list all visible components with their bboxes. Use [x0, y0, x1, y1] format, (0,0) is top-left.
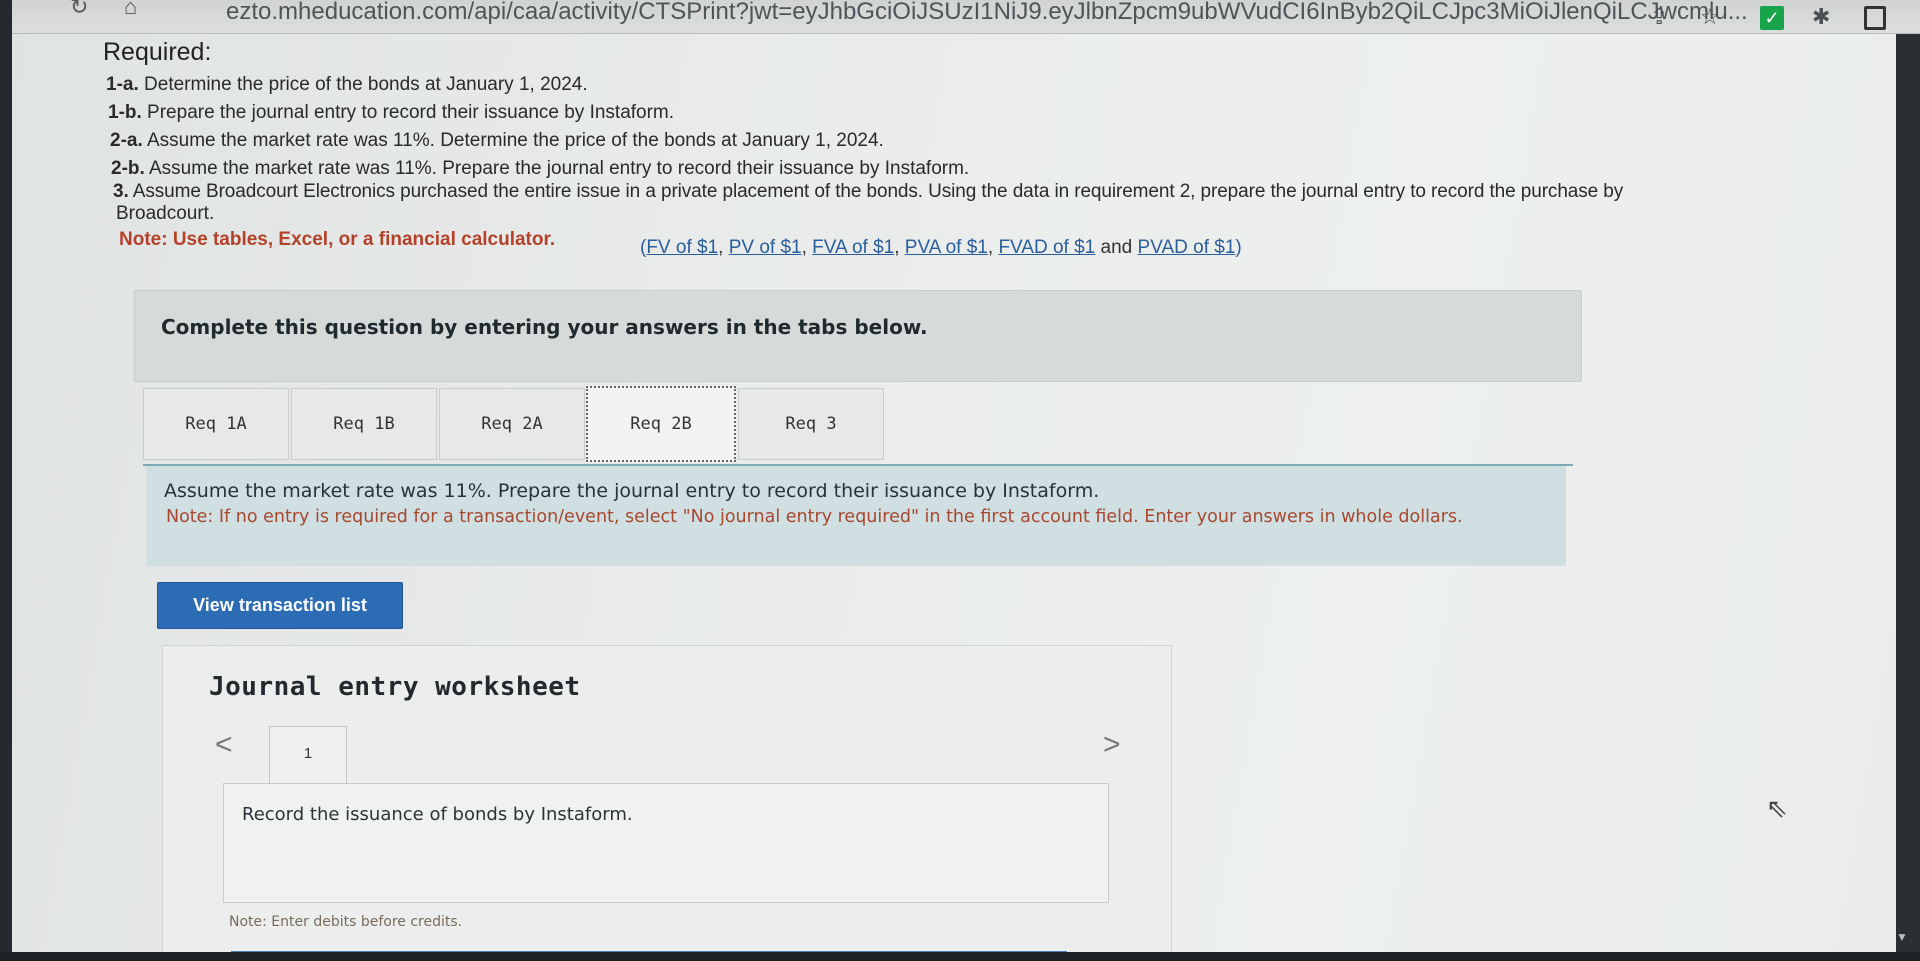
required-item-label: 3.	[113, 181, 129, 202]
instruction-note: Note: If no entry is required for a tran…	[166, 507, 1463, 527]
table-links: (FV of $1, PV of $1, FVA of $1, PVA of $…	[640, 237, 1242, 258]
chevron-left-icon[interactable]: <	[215, 728, 233, 762]
worksheet-record-panel: Record the issuance of bonds by Instafor…	[223, 783, 1109, 903]
required-item-label: 1-b.	[108, 102, 142, 123]
link-pvad-of-1[interactable]: PVAD of $1	[1138, 237, 1236, 258]
browser-address-bar[interactable]: ↻ ⌂ ezto.mheducation.com/api/caa/activit…	[0, 0, 1920, 34]
link-pv-of-1[interactable]: PV of $1	[729, 237, 802, 258]
instruction-text: Assume the market rate was 11%. Prepare …	[164, 480, 1100, 502]
worksheet-title: Journal entry worksheet	[209, 672, 581, 702]
worksheet-note: Note: Enter debits before credits.	[229, 914, 463, 930]
requirement-tabs: Req 1A Req 1B Req 2A Req 2B Req 3	[143, 386, 1573, 462]
view-transaction-list-button[interactable]: View transaction list	[157, 582, 403, 629]
chevron-right-icon[interactable]: >	[1103, 728, 1121, 762]
required-item-3: 3. Assume Broadcourt Electronics purchas…	[113, 181, 1623, 203]
puzzle-icon[interactable]: ✱	[1812, 4, 1830, 30]
share-icon[interactable]: ⇪	[1650, 4, 1668, 30]
instruction-box: Assume the market rate was 11%. Prepare …	[146, 466, 1566, 566]
reload-icon[interactable]: ↻	[70, 0, 88, 20]
tab-req-1b[interactable]: Req 1B	[291, 388, 437, 460]
complete-question-text: Complete this question by entering your …	[161, 315, 928, 339]
required-item-label: 2-a.	[110, 130, 143, 151]
worksheet-record-text: Record the issuance of bonds by Instafor…	[242, 804, 633, 825]
required-item-text: Determine the price of the bonds at Janu…	[138, 74, 588, 95]
required-item-2b: 2-b. Assume the market rate was 11%. Pre…	[111, 158, 969, 180]
required-item-text: Assume Broadcourt Electronics purchased …	[128, 181, 1624, 202]
link-fva-of-1[interactable]: FVA of $1	[812, 237, 894, 258]
complete-question-box: Complete this question by entering your …	[134, 290, 1582, 382]
link-pva-of-1[interactable]: PVA of $1	[905, 237, 988, 258]
scroll-down-icon[interactable]: ▼	[1896, 930, 1908, 944]
links-close-paren: )	[1235, 237, 1242, 258]
required-item-text: Assume the market rate was 11%. Determin…	[142, 130, 884, 151]
screen-bezel-bottom	[0, 952, 1920, 961]
link-fv-of-1[interactable]: FV of $1	[646, 237, 718, 258]
tab-req-1a[interactable]: Req 1A	[143, 388, 289, 460]
tab-req-2b[interactable]: Req 2B	[586, 386, 736, 462]
tab-req-2a[interactable]: Req 2A	[439, 388, 585, 460]
screen-bezel-left	[0, 0, 12, 961]
mouse-cursor-icon: ⇖	[1766, 793, 1788, 823]
required-item-text: Prepare the journal entry to record thei…	[141, 102, 675, 123]
journal-entry-worksheet: Journal entry worksheet < 1 > Record the…	[162, 645, 1172, 961]
tab-req-3[interactable]: Req 3	[738, 388, 884, 460]
scrollbar[interactable]	[1896, 34, 1920, 952]
required-item-text: Broadcourt.	[116, 203, 215, 224]
screen: ↻ ⌂ ezto.mheducation.com/api/caa/activit…	[0, 0, 1920, 961]
required-item-label: 1-a.	[106, 74, 139, 95]
required-title: Required:	[103, 38, 212, 66]
required-item-1a: 1-a. Determine the price of the bonds at…	[106, 74, 588, 96]
worksheet-tab-1[interactable]: 1	[269, 726, 347, 784]
window-icon[interactable]	[1864, 6, 1886, 30]
required-note: Note: Use tables, Excel, or a financial …	[119, 229, 556, 250]
star-icon[interactable]: ☆	[1700, 4, 1720, 30]
url-text[interactable]: ezto.mheducation.com/api/caa/activity/CT…	[226, 0, 1748, 26]
home-icon[interactable]: ⌂	[124, 0, 137, 20]
link-fvad-of-1[interactable]: FVAD of $1	[998, 237, 1095, 258]
required-item-2a: 2-a. Assume the market rate was 11%. Det…	[110, 130, 884, 152]
links-and: and	[1100, 237, 1133, 258]
required-item-3-cont: Broadcourt.	[116, 203, 214, 225]
check-extension-icon[interactable]: ✓	[1760, 6, 1784, 30]
required-item-label: 2-b.	[111, 158, 145, 179]
required-item-1b: 1-b. Prepare the journal entry to record…	[108, 102, 674, 124]
required-item-text: Assume the market rate was 11%. Prepare …	[144, 158, 970, 179]
